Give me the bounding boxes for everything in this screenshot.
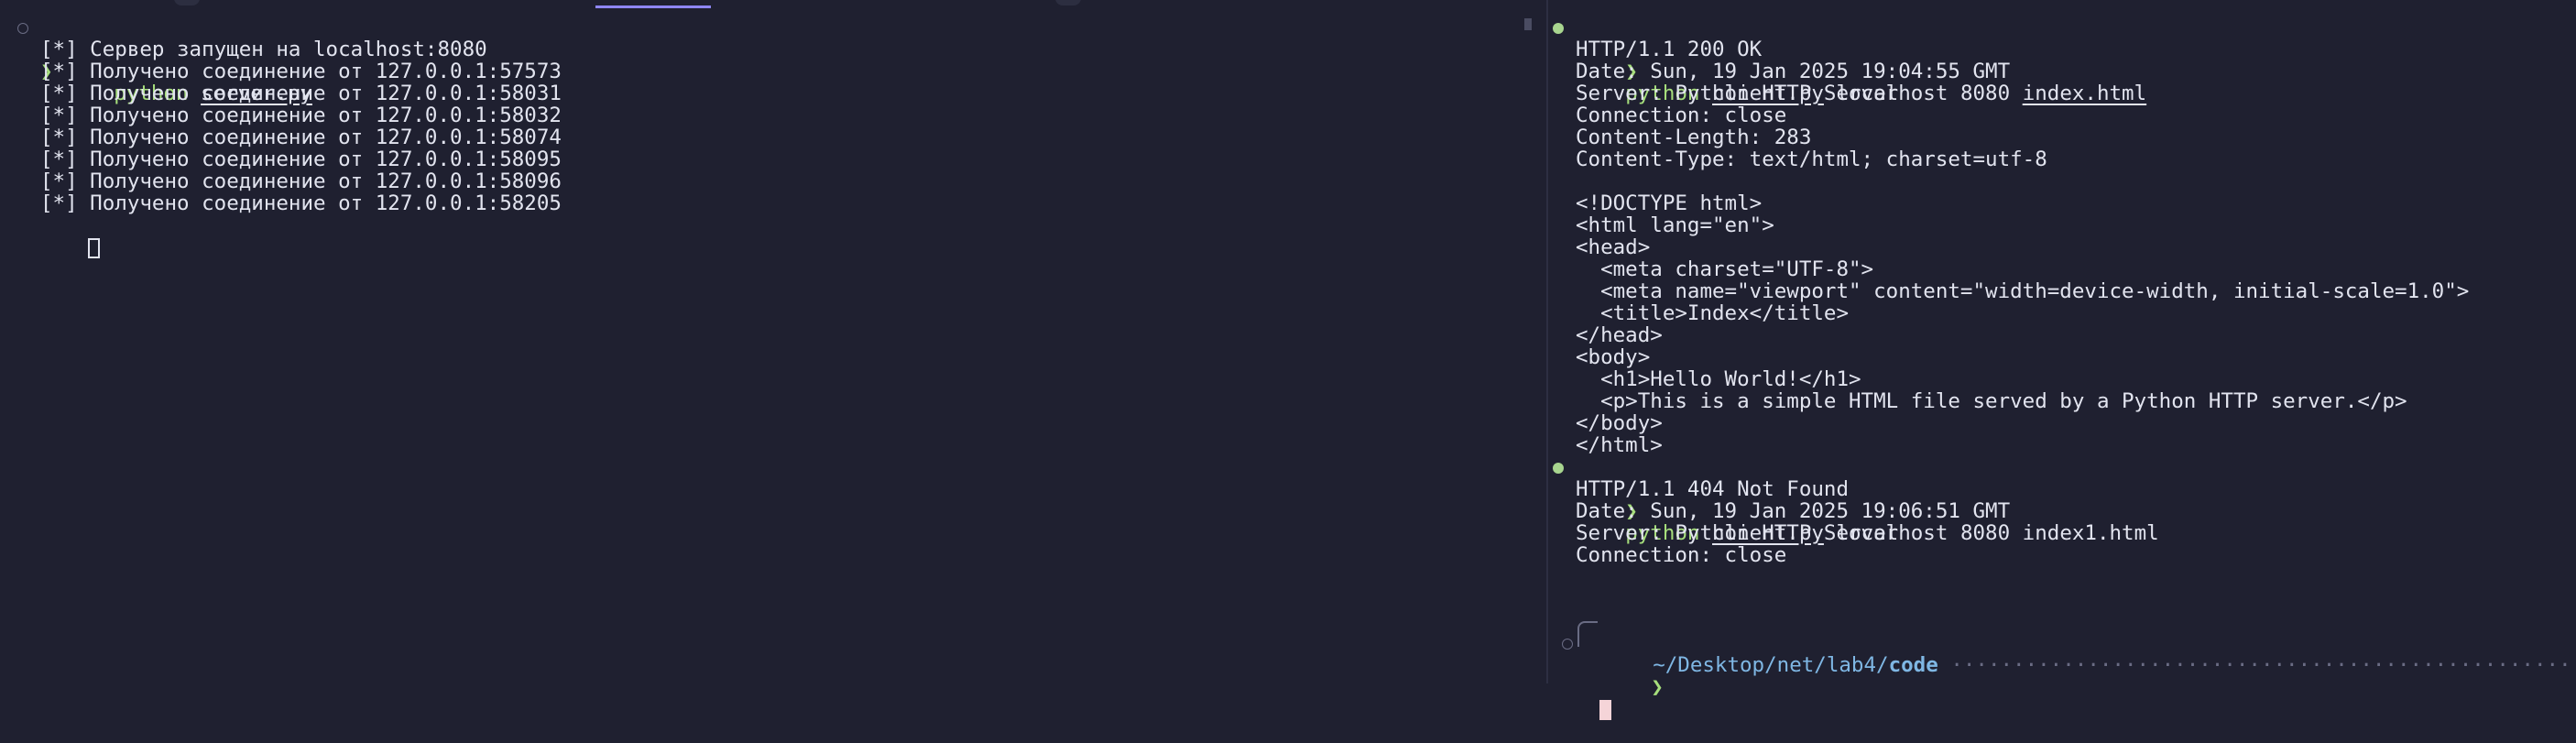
output-line: Connection: close bbox=[1576, 543, 1787, 567]
output-line: Date: Sun, 19 Jan 2025 19:04:55 GMT bbox=[1576, 60, 2011, 83]
cwd-path: ~/Desktop/net/lab4/ bbox=[1653, 653, 1889, 677]
output-line: HTTP/1.1 404 Not Found bbox=[1576, 477, 1850, 501]
output-line: <meta charset="UTF-8"> bbox=[1576, 257, 1874, 281]
command-line: ❯ python client.py localhost 8080 index1… bbox=[1550, 456, 2576, 544]
prompt-path-row: ~/Desktop/net/lab4/code ················… bbox=[1550, 610, 2576, 676]
output-line: <head> bbox=[1576, 235, 1651, 259]
prompt-fill-dots: ········································… bbox=[1950, 653, 2576, 677]
tab-indicator[interactable] bbox=[1055, 0, 1081, 5]
output-line: <h1>Hello World!</h1> bbox=[1576, 367, 1861, 391]
tab-indicator[interactable] bbox=[174, 0, 200, 5]
output-line: [*] Получено соединение от 127.0.0.1:580… bbox=[40, 82, 562, 105]
output-line: [*] Получено соединение от 127.0.0.1:582… bbox=[40, 191, 562, 215]
output-line: [*] Получено соединение от 127.0.0.1:580… bbox=[40, 169, 562, 193]
command-line: ❯ python client.py localhost 8080 index.… bbox=[1550, 16, 2576, 104]
output-line: [*] Сервер запущен на localhost:8080 bbox=[40, 38, 487, 61]
output-line: [*] Получено соединение от 127.0.0.1:580… bbox=[40, 148, 562, 171]
command-line: ❯ python server.py bbox=[0, 16, 1539, 104]
terminal-pane-client[interactable]: ❯ python client.py localhost 8080 index.… bbox=[1550, 16, 2576, 720]
output-line: <meta name="viewport" content="width=dev… bbox=[1576, 279, 2470, 303]
terminal-pane-server[interactable]: ❯ python server.py [*] Сервер запущен на… bbox=[0, 16, 1539, 683]
output-line: </html> bbox=[1576, 433, 1663, 457]
output-line: Server: Python HTTP Server bbox=[1576, 82, 1899, 105]
prompt-status-marker bbox=[1561, 632, 1574, 654]
output-line: </body> bbox=[1576, 411, 1663, 435]
cwd-dir: code bbox=[1888, 653, 1938, 677]
input-line[interactable] bbox=[0, 214, 1539, 258]
prompt-status-marker bbox=[1552, 16, 1565, 38]
scrollbar-thumb[interactable] bbox=[1524, 18, 1532, 30]
pane-divider[interactable] bbox=[1546, 0, 1548, 683]
output-line: [*] Получено соединение от 127.0.0.1:580… bbox=[40, 104, 562, 127]
output-line: <body> bbox=[1576, 345, 1651, 369]
output-line: Connection: close bbox=[1576, 104, 1787, 127]
output-line: <title>Index</title> bbox=[1576, 301, 1850, 325]
output-line: <p>This is a simple HTML file served by … bbox=[1576, 389, 2407, 413]
output-line: Content-Type: text/html; charset=utf-8 bbox=[1576, 148, 2047, 171]
input-line[interactable]: ❯ bbox=[1550, 632, 2576, 720]
window-top-bar bbox=[0, 0, 2576, 9]
output-line: <!DOCTYPE html> bbox=[1576, 191, 1763, 215]
output-line: <html lang="en"> bbox=[1576, 213, 1774, 237]
output-line: HTTP/1.1 200 OK bbox=[1576, 38, 1763, 61]
output-line: [*] Получено соединение от 127.0.0.1:575… bbox=[40, 60, 562, 83]
output-line: [*] Получено соединение от 127.0.0.1:580… bbox=[40, 126, 562, 149]
output-line: </head> bbox=[1576, 323, 1663, 347]
active-tab-underline bbox=[595, 5, 711, 8]
terminal-cursor bbox=[88, 237, 101, 258]
prompt-status-marker bbox=[16, 16, 29, 38]
output-line: Date: Sun, 19 Jan 2025 19:06:51 GMT bbox=[1576, 499, 2011, 523]
prompt-arrow-icon: ❯ bbox=[1651, 675, 1664, 699]
output-line: Content-Length: 283 bbox=[1576, 126, 1812, 149]
output-line: Server: Python HTTP Server bbox=[1576, 521, 1899, 545]
terminal-cursor bbox=[1599, 699, 1612, 720]
prompt-status-marker bbox=[1552, 456, 1565, 478]
